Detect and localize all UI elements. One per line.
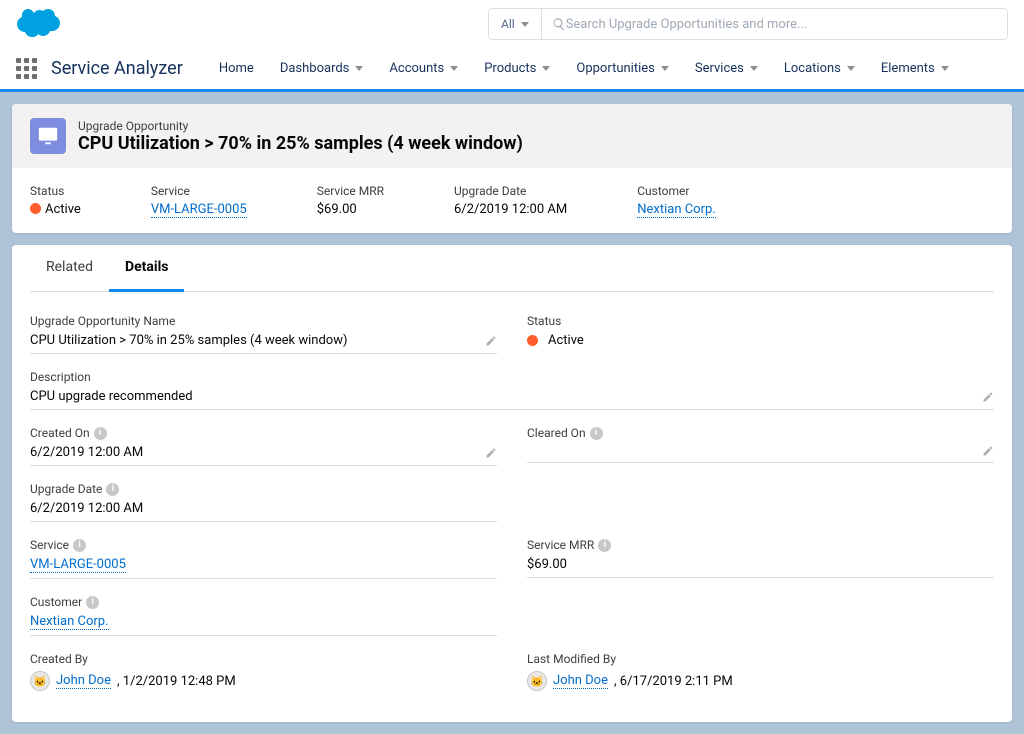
info-icon[interactable]: i xyxy=(598,539,611,552)
user-link[interactable]: John Doe xyxy=(56,673,111,689)
caret-down-icon xyxy=(355,66,363,71)
info-icon[interactable]: i xyxy=(86,596,99,609)
nav-services[interactable]: Services xyxy=(683,51,770,86)
service-link[interactable]: VM-LARGE-0005 xyxy=(151,202,247,218)
field-customer: Customeri Nextian Corp. xyxy=(30,589,497,642)
field-cleared-on: Cleared Oni xyxy=(527,420,994,472)
caret-down-icon xyxy=(750,66,758,71)
info-icon[interactable]: i xyxy=(590,427,603,440)
customer-link[interactable]: Nextian Corp. xyxy=(30,614,109,630)
field-description: Description CPU upgrade recommended xyxy=(30,364,994,416)
summary-mrr: Service MRR $69.00 xyxy=(317,184,384,217)
caret-down-icon xyxy=(661,66,669,71)
tab-related[interactable]: Related xyxy=(30,245,109,292)
app-title: Service Analyzer xyxy=(51,58,183,79)
status-dot-icon xyxy=(527,335,538,346)
field-status: Status Active xyxy=(527,308,994,360)
edit-icon[interactable] xyxy=(485,447,497,459)
field-modified-by: Last Modified By 🐱John Doe, 6/17/2019 2:… xyxy=(527,646,994,702)
nav-opportunities[interactable]: Opportunities xyxy=(564,51,680,86)
user-link[interactable]: John Doe xyxy=(553,673,608,689)
summary-customer: Customer Nextian Corp. xyxy=(637,184,716,217)
app-launcher-icon[interactable] xyxy=(16,58,37,79)
field-service: Servicei VM-LARGE-0005 xyxy=(30,532,497,585)
info-icon[interactable]: i xyxy=(73,539,86,552)
search-filter[interactable]: All xyxy=(489,9,542,39)
nav-accounts[interactable]: Accounts xyxy=(377,51,470,86)
caret-down-icon xyxy=(450,66,458,71)
field-name: Upgrade Opportunity Name CPU Utilization… xyxy=(30,308,497,360)
search-icon xyxy=(552,17,566,31)
field-created-by: Created By 🐱John Doe, 1/2/2019 12:48 PM xyxy=(30,646,497,702)
service-link[interactable]: VM-LARGE-0005 xyxy=(30,557,126,573)
caret-down-icon xyxy=(521,22,529,27)
summary-service: Service VM-LARGE-0005 xyxy=(151,184,247,217)
summary-status: Status Active xyxy=(30,184,81,217)
record-detail: Related Details Upgrade Opportunity Name… xyxy=(12,245,1012,722)
nav-locations[interactable]: Locations xyxy=(772,51,867,86)
page-title: CPU Utilization > 70% in 25% samples (4 … xyxy=(78,133,523,154)
edit-icon[interactable] xyxy=(982,391,994,403)
nav-home[interactable]: Home xyxy=(207,51,266,86)
summary-upgrade-date: Upgrade Date 6/2/2019 12:00 AM xyxy=(454,184,567,217)
status-dot-icon xyxy=(30,203,41,214)
nav-elements[interactable]: Elements xyxy=(869,51,961,86)
record-highlights: Upgrade Opportunity CPU Utilization > 70… xyxy=(12,104,1012,233)
avatar-icon: 🐱 xyxy=(527,671,547,691)
object-label: Upgrade Opportunity xyxy=(78,119,523,133)
field-service-mrr: Service MRRi $69.00 xyxy=(527,532,994,585)
caret-down-icon xyxy=(847,66,855,71)
field-created-on: Created Oni 6/2/2019 12:00 AM xyxy=(30,420,497,472)
tab-details[interactable]: Details xyxy=(109,245,185,292)
tabs: Related Details xyxy=(30,245,994,292)
field-upgrade-date: Upgrade Datei 6/2/2019 12:00 AM xyxy=(30,476,497,528)
customer-link[interactable]: Nextian Corp. xyxy=(637,202,716,218)
edit-icon[interactable] xyxy=(485,335,497,347)
nav-dashboards[interactable]: Dashboards xyxy=(268,51,376,86)
caret-down-icon xyxy=(542,66,550,71)
nav-products[interactable]: Products xyxy=(472,51,562,86)
salesforce-logo[interactable] xyxy=(16,9,60,39)
info-icon[interactable]: i xyxy=(106,483,119,496)
global-header: All xyxy=(0,0,1024,48)
edit-icon[interactable] xyxy=(982,445,994,457)
info-icon[interactable]: i xyxy=(94,427,107,440)
global-search: All xyxy=(488,8,1008,40)
caret-down-icon xyxy=(941,66,949,71)
monitor-icon xyxy=(30,118,66,154)
avatar-icon: 🐱 xyxy=(30,671,50,691)
app-nav: Service Analyzer Home Dashboards Account… xyxy=(0,48,1024,92)
search-input[interactable] xyxy=(566,17,997,32)
